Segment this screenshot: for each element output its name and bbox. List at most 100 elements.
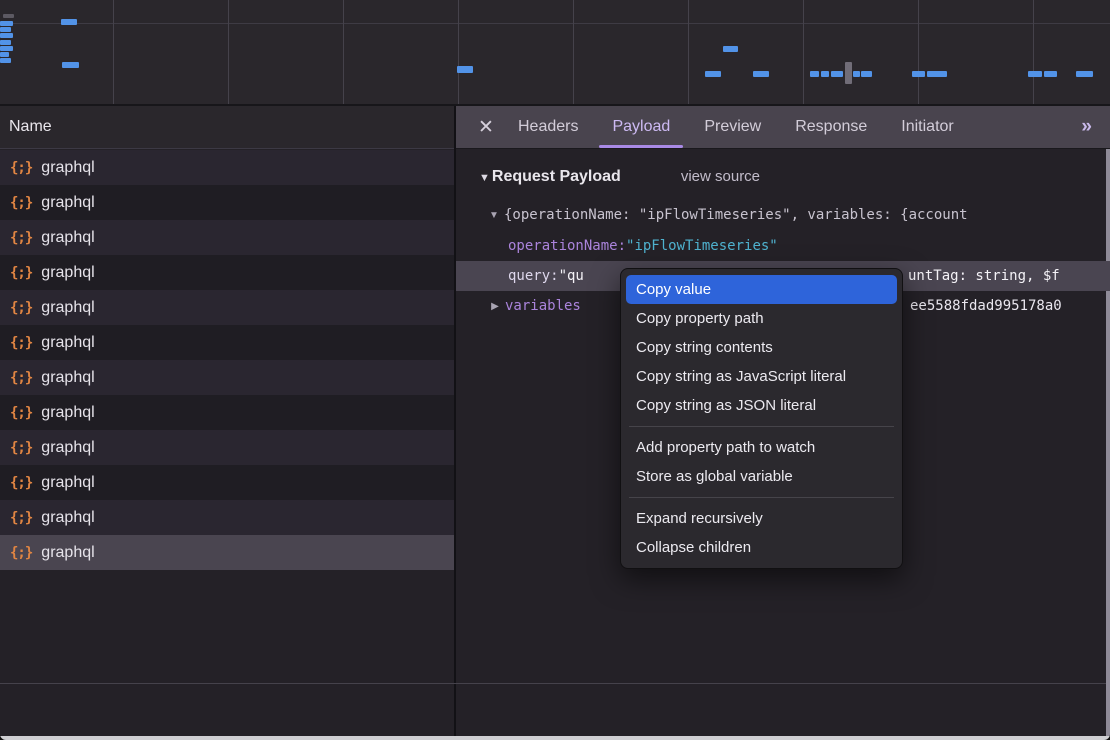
json-file-icon: {;} bbox=[10, 195, 32, 211]
network-overview-timeline[interactable] bbox=[0, 0, 1110, 106]
network-overview-bar bbox=[845, 62, 852, 84]
footer-divider bbox=[0, 683, 1110, 684]
json-file-icon: {;} bbox=[10, 335, 32, 351]
network-overview-bar bbox=[0, 21, 13, 26]
network-overview-bar bbox=[1044, 71, 1057, 77]
request-name: graphql bbox=[41, 194, 94, 212]
name-column-header: Name bbox=[9, 118, 52, 136]
view-source-link[interactable]: view source bbox=[681, 168, 760, 185]
collapsed-triangle-icon[interactable]: ▶ bbox=[485, 301, 505, 312]
request-row[interactable]: {;}graphql bbox=[0, 395, 454, 430]
request-row[interactable]: {;} graphql bbox=[0, 430, 454, 465]
close-icon[interactable]: ✕ bbox=[474, 116, 498, 139]
overview-gridline bbox=[113, 0, 114, 104]
request-name: graphql bbox=[41, 509, 94, 527]
section-expanded-icon: ▼ bbox=[479, 172, 490, 184]
property-key: query: bbox=[508, 268, 559, 284]
network-overview-bar bbox=[912, 71, 925, 77]
menu-item-expand-recursively[interactable]: Expand recursively bbox=[621, 504, 902, 533]
network-overview-bar bbox=[0, 58, 11, 63]
payload-preview-text: {operationName: "ipFlowTimeseries", vari… bbox=[504, 207, 968, 223]
property-key: operationName: bbox=[508, 238, 626, 254]
request-name: graphql bbox=[41, 474, 94, 492]
network-overview-bar bbox=[0, 52, 9, 57]
overview-gridline bbox=[688, 0, 689, 104]
request-row[interactable]: {;} graphql bbox=[0, 185, 454, 220]
json-file-icon: {;} bbox=[10, 475, 32, 491]
network-overview-bar bbox=[0, 27, 11, 32]
request-name: graphql bbox=[41, 544, 94, 562]
request-name: graphql bbox=[41, 439, 94, 457]
property-value-fragment: ee5588fdad995178a0 bbox=[910, 291, 1062, 321]
network-overview-bar bbox=[61, 19, 77, 25]
detail-tab-bar: ✕ Headers Payload Preview Response Initiator… bbox=[456, 106, 1110, 149]
menu-item-copy-property-path[interactable]: Copy property path bbox=[621, 304, 902, 333]
operation-name-row[interactable]: operationName: "ipFlowTimeseries" bbox=[456, 231, 1110, 261]
devtools-network-panel: Name {;} graphql {;} graphql {;} graphql {;} gr… bbox=[0, 0, 1110, 740]
request-row[interactable]: {;} graphql bbox=[0, 220, 454, 255]
request-name: graphql bbox=[41, 404, 94, 422]
tab-response[interactable]: Response bbox=[795, 106, 867, 149]
menu-separator bbox=[629, 426, 894, 427]
request-row[interactable]: {;}graphql bbox=[0, 500, 454, 535]
network-overview-bar bbox=[62, 62, 79, 68]
network-overview-bar bbox=[457, 66, 473, 73]
network-overview-bar bbox=[927, 71, 947, 77]
tabs: Headers Payload Preview Response Initiator bbox=[518, 106, 988, 149]
request-row[interactable]: {;} graphql bbox=[0, 535, 454, 570]
menu-separator bbox=[629, 497, 894, 498]
overview-gridline bbox=[1033, 0, 1034, 104]
menu-item-copy-string-as-json-literal[interactable]: Copy string as JSON literal bbox=[621, 391, 902, 420]
request-row[interactable]: {;} graphql bbox=[0, 150, 454, 185]
payload-root-row[interactable]: ▼ {operationName: "ipFlowTimeseries", va… bbox=[456, 200, 1110, 230]
json-file-icon: {;} bbox=[10, 440, 32, 456]
tab-payload[interactable]: Payload bbox=[612, 106, 670, 149]
overview-horizontal-gridline bbox=[0, 23, 1110, 24]
network-overview-bar bbox=[0, 46, 13, 51]
request-row[interactable]: {;} graphql bbox=[0, 290, 454, 325]
request-name: graphql bbox=[41, 159, 94, 177]
tab-initiator[interactable]: Initiator bbox=[901, 106, 953, 149]
more-tabs-icon[interactable]: » bbox=[1081, 116, 1110, 138]
request-name: graphql bbox=[41, 369, 94, 387]
tab-headers[interactable]: Headers bbox=[518, 106, 578, 149]
network-overview-bar bbox=[861, 71, 872, 77]
json-file-icon: {;} bbox=[10, 300, 32, 316]
json-file-icon: {;} bbox=[10, 230, 32, 246]
property-value-fragment: untTag: string, $f bbox=[908, 261, 1060, 291]
property-key: variables bbox=[505, 298, 581, 314]
request-row[interactable]: {;}graphql bbox=[0, 255, 454, 290]
menu-item-copy-string-as-javascript-literal[interactable]: Copy string as JavaScript literal bbox=[621, 362, 902, 391]
request-row[interactable]: {;} graphql bbox=[0, 465, 454, 500]
menu-item-collapse-children[interactable]: Collapse children bbox=[621, 533, 902, 562]
overview-gridline bbox=[343, 0, 344, 104]
json-file-icon: {;} bbox=[10, 265, 32, 281]
tab-preview[interactable]: Preview bbox=[704, 106, 761, 149]
overview-gridline bbox=[803, 0, 804, 104]
request-name: graphql bbox=[41, 299, 94, 317]
overview-gridline bbox=[458, 0, 459, 104]
network-overview-bar bbox=[3, 14, 14, 18]
request-name: graphql bbox=[41, 229, 94, 247]
network-overview-bar bbox=[853, 71, 860, 77]
json-file-icon: {;} bbox=[10, 160, 32, 176]
menu-item-copy-string-contents[interactable]: Copy string contents bbox=[621, 333, 902, 362]
request-name: graphql bbox=[41, 334, 94, 352]
menu-item-add-property-path-to-watch[interactable]: Add property path to watch bbox=[621, 433, 902, 462]
json-file-icon: {;} bbox=[10, 545, 32, 561]
property-value: "ipFlowTimeseries" bbox=[626, 238, 778, 254]
request-payload-section-header[interactable]: ▼ Request Payload view source bbox=[479, 168, 760, 186]
menu-item-copy-value[interactable]: Copy value bbox=[626, 275, 897, 304]
json-file-icon: {;} bbox=[10, 370, 32, 386]
network-overview-bar bbox=[723, 46, 738, 52]
request-table-header[interactable]: Name bbox=[0, 106, 454, 149]
menu-item-store-as-global-variable[interactable]: Store as global variable bbox=[621, 462, 902, 491]
window-bottom-edge bbox=[0, 736, 1110, 740]
network-overview-bar bbox=[705, 71, 721, 77]
request-row[interactable]: {;} graphql bbox=[0, 360, 454, 395]
network-overview-bar bbox=[821, 71, 829, 77]
request-row[interactable]: {;} graphql bbox=[0, 325, 454, 360]
overview-gridline bbox=[918, 0, 919, 104]
expanded-triangle-icon[interactable]: ▼ bbox=[484, 210, 504, 221]
context-menu: Copy valueCopy property pathCopy string … bbox=[620, 268, 903, 569]
